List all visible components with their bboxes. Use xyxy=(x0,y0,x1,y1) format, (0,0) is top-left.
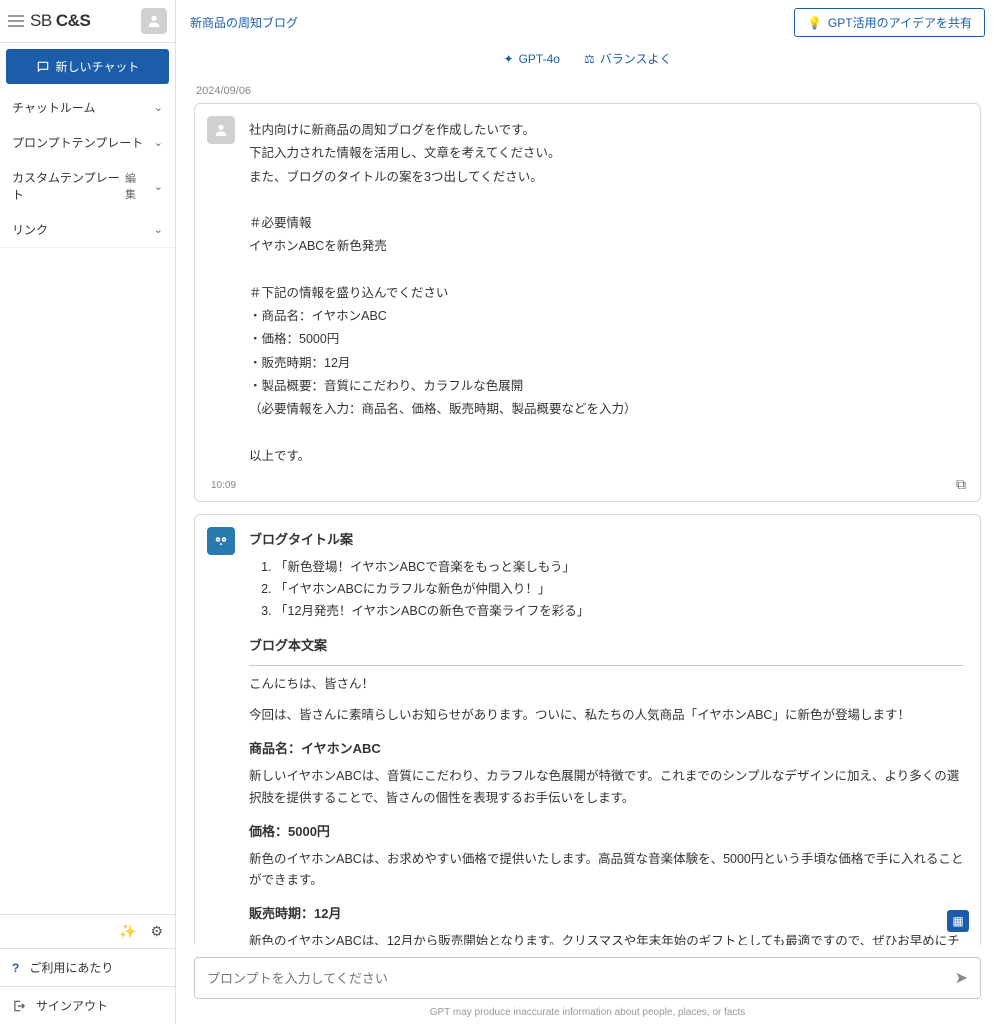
user-avatar[interactable] xyxy=(141,8,167,34)
user-message-body: 社内向けに新商品の周知ブログを作成したいです。下記入力された情報を活用し、文章を… xyxy=(249,120,964,467)
input-box: ➤ xyxy=(194,957,981,999)
model-selector[interactable]: ✦ GPT-4o xyxy=(504,50,560,67)
body-text: 今回は、皆さんに素晴らしいお知らせがあります。ついに、私たちの人気商品「イヤホン… xyxy=(249,705,964,726)
nav-group: チャットルーム ⌄ プロンプトテンプレート ⌄ カスタムテンプレート編集 ⌄ リンク ⌄ xyxy=(0,90,175,248)
model-name: GPT-4o xyxy=(519,52,560,66)
page-title: 新商品の周知ブログ xyxy=(190,14,298,31)
balance-label: バランスよく xyxy=(600,50,672,67)
model-bar: ✦ GPT-4o ⚖ バランスよく xyxy=(176,46,999,75)
guide-link[interactable]: ? ご利用にあたり xyxy=(0,948,175,986)
user-line xyxy=(249,190,964,211)
signout-link[interactable]: サインアウト xyxy=(0,986,175,1024)
edit-link[interactable]: 編集 xyxy=(125,170,146,202)
balance-icon: ⚖ xyxy=(584,52,595,66)
release-heading: 販売時期：12月 xyxy=(249,903,964,925)
input-bar: ➤ xyxy=(176,945,999,1003)
chevron-down-icon: ⌄ xyxy=(154,223,163,236)
guide-label: ご利用にあたり xyxy=(29,959,113,976)
disclaimer: GPT may produce inaccurate information a… xyxy=(176,1003,999,1024)
sidebar-tools: ✨ ⚙ xyxy=(0,914,175,948)
user-line: また、ブログのタイトルの案を3つ出してください。 xyxy=(249,167,964,188)
person-icon xyxy=(213,122,229,138)
bulb-icon: 💡 xyxy=(807,16,822,30)
chevron-down-icon: ⌄ xyxy=(154,180,163,193)
user-line: イヤホンABCを新色発売 xyxy=(249,236,964,257)
nav-label: プロンプトテンプレート xyxy=(12,134,143,151)
title-list: 「新色登場！イヤホンABCで音楽をもっと楽しもう」「イヤホンABCにカラフルな新… xyxy=(249,557,964,623)
user-line: 社内向けに新商品の周知ブログを作成したいです。 xyxy=(249,120,964,141)
sidebar-item-prompt-template[interactable]: プロンプトテンプレート ⌄ xyxy=(0,125,175,160)
balance-selector[interactable]: ⚖ バランスよく xyxy=(584,50,672,67)
body-text: 新色のイヤホンABCは、お求めやすい価格で提供いたします。高品質な音楽体験を、5… xyxy=(249,849,964,892)
hamburger-icon xyxy=(8,15,24,27)
user-line: 以上です。 xyxy=(249,446,964,467)
sparkle-icon: ✦ xyxy=(504,52,514,66)
body-text: 新しいイヤホンABCは、音質にこだわり、カラフルな色展開が特徴です。これまでのシ… xyxy=(249,766,964,809)
user-line: 下記入力された情報を活用し、文章を考えてください。 xyxy=(249,143,964,164)
chat-scroll[interactable]: 2024/09/06 社内向けに新商品の周知ブログを作成したいです。下記入力され… xyxy=(176,75,999,945)
owl-icon xyxy=(212,532,230,550)
chevron-down-icon: ⌄ xyxy=(154,101,163,114)
user-line: ・商品名：イヤホンABC xyxy=(249,306,964,327)
question-icon: ? xyxy=(12,961,19,975)
title-suggestions-heading: ブログタイトル案 xyxy=(249,529,964,551)
user-line xyxy=(249,422,964,443)
nav-label: チャットルーム xyxy=(12,99,96,116)
sidebar-item-link[interactable]: リンク ⌄ xyxy=(0,212,175,247)
user-line: ＃必要情報 xyxy=(249,213,964,234)
main: 新商品の周知ブログ 💡 GPT活用のアイデアを共有 ✦ GPT-4o ⚖ バランスよ… xyxy=(176,0,999,1024)
user-line: （必要情報を入力：商品名、価格、販売時期、製品概要などを入力） xyxy=(249,399,964,420)
body-text: 新色のイヤホンABCは、12月から販売開始となります。クリスマスや年末年始のギフ… xyxy=(249,931,964,945)
person-icon xyxy=(146,13,162,29)
title-item: 「イヤホンABCにカラフルな新色が仲間入り！」 xyxy=(275,579,964,600)
bot-avatar xyxy=(207,527,235,555)
price-heading: 価格：5000円 xyxy=(249,821,964,843)
user-msg-actions: ⧉ xyxy=(956,476,966,493)
user-line: ・販売時期：12月 xyxy=(249,353,964,374)
share-idea-button[interactable]: 💡 GPT活用のアイデアを共有 xyxy=(794,8,985,37)
nav-label: リンク xyxy=(12,221,48,238)
title-item: 「12月発売！イヤホンABCの新色で音楽ライフを彩る」 xyxy=(275,601,964,622)
user-msg-avatar xyxy=(207,116,235,144)
title-item: 「新色登場！イヤホンABCで音楽をもっと楽しもう」 xyxy=(275,557,964,578)
signout-label: サインアウト xyxy=(36,997,108,1014)
chat-icon xyxy=(36,60,50,74)
logo-text: SB C&S xyxy=(30,11,90,31)
send-icon[interactable]: ➤ xyxy=(955,968,968,988)
nav-label: カスタムテンプレート xyxy=(12,169,125,203)
grid-button[interactable]: ▦ xyxy=(947,910,969,932)
body-heading: ブログ本文案 xyxy=(249,635,964,657)
chevron-down-icon: ⌄ xyxy=(154,136,163,149)
user-msg-time: 10:09 xyxy=(211,480,236,491)
gear-icon[interactable]: ⚙ xyxy=(150,923,163,940)
sidebar-item-custom-template[interactable]: カスタムテンプレート編集 ⌄ xyxy=(0,160,175,212)
date-label: 2024/09/06 xyxy=(196,85,981,97)
user-line: ・価格：5000円 xyxy=(249,329,964,350)
new-chat-label: 新しいチャット xyxy=(56,58,140,75)
assistant-message: ブログタイトル案 「新色登場！イヤホンABCで音楽をもっと楽しもう」「イヤホンA… xyxy=(194,514,981,945)
new-chat-button[interactable]: 新しいチャット xyxy=(6,49,169,84)
copy-icon[interactable]: ⧉ xyxy=(956,476,966,493)
signout-icon xyxy=(12,999,26,1013)
logo[interactable]: SB C&S xyxy=(8,11,90,31)
user-message: 社内向けに新商品の周知ブログを作成したいです。下記入力された情報を活用し、文章を… xyxy=(194,103,981,502)
magic-icon[interactable]: ✨ xyxy=(119,923,136,940)
share-label: GPT活用のアイデアを共有 xyxy=(828,14,972,31)
sidebar: SB C&S 新しいチャット チャットルーム ⌄ プロンプトテンプレート ⌄ カスタ… xyxy=(0,0,176,1024)
prompt-input[interactable] xyxy=(207,971,955,986)
body-text: こんにちは、皆さん！ xyxy=(249,674,964,695)
sidebar-item-chatroom[interactable]: チャットルーム ⌄ xyxy=(0,90,175,125)
user-line: ・製品概要：音質にこだわり、カラフルな色展開 xyxy=(249,376,964,397)
user-line xyxy=(249,260,964,281)
sidebar-header: SB C&S xyxy=(0,0,175,43)
topbar: 新商品の周知ブログ 💡 GPT活用のアイデアを共有 xyxy=(176,0,999,46)
assistant-message-body: ブログタイトル案 「新色登場！イヤホンABCで音楽をもっと楽しもう」「イヤホンA… xyxy=(249,529,964,945)
user-line: ＃下記の情報を盛り込んでください xyxy=(249,283,964,304)
product-name-heading: 商品名：イヤホンABC xyxy=(249,738,964,760)
